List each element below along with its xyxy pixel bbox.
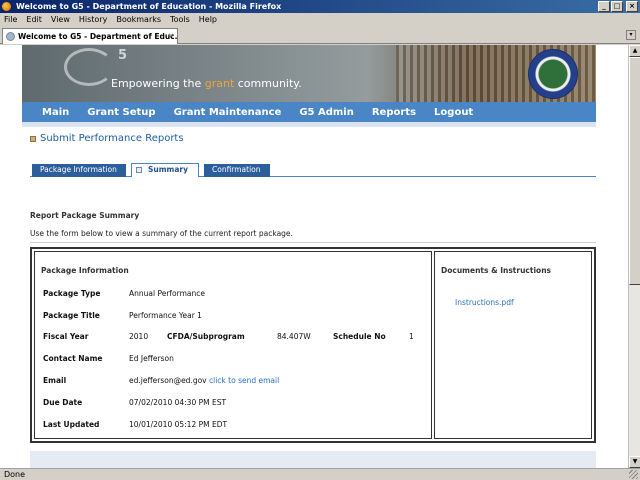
- status-bar: Done: [0, 468, 640, 480]
- folder-icon: [30, 135, 36, 142]
- main-nav: Main Grant Setup Grant Maintenance G5 Ad…: [22, 102, 596, 122]
- panel-title: Package Information: [41, 266, 129, 275]
- menu-tools[interactable]: Tools: [170, 15, 190, 24]
- tab-close-icon[interactable]: ✕: [168, 32, 174, 40]
- firefox-icon: [2, 2, 11, 11]
- send-email-link[interactable]: click to send email: [209, 376, 279, 385]
- window-title: Welcome to G5 - Department of Education …: [16, 2, 282, 11]
- nav-grant-setup[interactable]: Grant Setup: [87, 107, 155, 118]
- window-controls: _ □ ×: [598, 1, 638, 12]
- nav-g5-admin[interactable]: G5 Admin: [299, 107, 354, 118]
- menu-help[interactable]: Help: [199, 15, 217, 24]
- browser-tab-strip: Welcome to G5 - Department of Educ... ✕ …: [0, 26, 640, 44]
- menu-history[interactable]: History: [79, 15, 107, 24]
- scroll-up-arrow-icon[interactable]: ▲: [629, 45, 640, 57]
- documents-title: Documents & Instructions: [441, 266, 551, 275]
- minimize-button[interactable]: _: [598, 1, 610, 12]
- nav-logout[interactable]: Logout: [434, 107, 473, 118]
- page: 5 Empowering the grant community. Main G…: [22, 45, 596, 468]
- page-title: Submit Performance Reports: [30, 133, 184, 144]
- g5-logo-number: 5: [118, 48, 128, 63]
- content-viewport: 5 Empowering the grant community. Main G…: [0, 45, 628, 468]
- summary-box: Package Information Package Type Annual …: [30, 247, 596, 443]
- menu-bar: File Edit View History Bookmarks Tools H…: [0, 13, 640, 26]
- footer-band: [30, 451, 596, 468]
- banner-tagline: Empowering the grant community.: [111, 77, 302, 90]
- tab-confirmation[interactable]: Confirmation: [204, 164, 270, 177]
- close-button[interactable]: ×: [626, 1, 638, 12]
- g5-logo: [64, 48, 114, 86]
- section-title: Report Package Summary: [30, 211, 140, 220]
- package-information-panel: Package Information Package Type Annual …: [34, 251, 432, 439]
- scroll-down-arrow-icon[interactable]: ▼: [629, 456, 640, 468]
- window-title-bar: Welcome to G5 - Department of Education …: [0, 0, 640, 13]
- menu-file[interactable]: File: [4, 15, 17, 24]
- section-divider: [30, 242, 596, 243]
- browser-tab[interactable]: Welcome to G5 - Department of Educ... ✕: [2, 28, 178, 44]
- instructions-link[interactable]: Instructions.pdf: [455, 298, 514, 307]
- page-icon: [136, 167, 142, 173]
- section-description: Use the form below to view a summary of …: [30, 229, 293, 238]
- email-value: ed.jefferson@ed.gov: [129, 376, 207, 385]
- tab-list-button[interactable]: ▾: [626, 30, 636, 40]
- nav-reports[interactable]: Reports: [372, 107, 416, 118]
- menu-edit[interactable]: Edit: [26, 15, 42, 24]
- nav-grant-maintenance[interactable]: Grant Maintenance: [174, 107, 282, 118]
- browser-tab-title: Welcome to G5 - Department of Educ...: [18, 32, 178, 41]
- status-text: Done: [4, 470, 26, 479]
- menu-view[interactable]: View: [51, 15, 70, 24]
- vertical-scrollbar[interactable]: ▲ ▼: [628, 45, 640, 468]
- scrollbar-thumb[interactable]: [629, 57, 640, 285]
- tab-package-information[interactable]: Package Information: [32, 164, 126, 177]
- department-seal-logo: [528, 49, 578, 99]
- resize-grip-icon[interactable]: [629, 470, 638, 479]
- menu-bookmarks[interactable]: Bookmarks: [116, 15, 161, 24]
- tab-summary[interactable]: Summary: [131, 163, 199, 177]
- page-tab-bar: Package Information Summary Confirmation: [30, 163, 596, 177]
- nav-main[interactable]: Main: [42, 107, 69, 118]
- site-banner: 5 Empowering the grant community.: [22, 45, 596, 102]
- favicon-icon: [6, 32, 15, 41]
- nav-divider: [22, 122, 596, 127]
- documents-panel: Documents & Instructions Instructions.pd…: [434, 251, 592, 439]
- maximize-button[interactable]: □: [611, 1, 623, 12]
